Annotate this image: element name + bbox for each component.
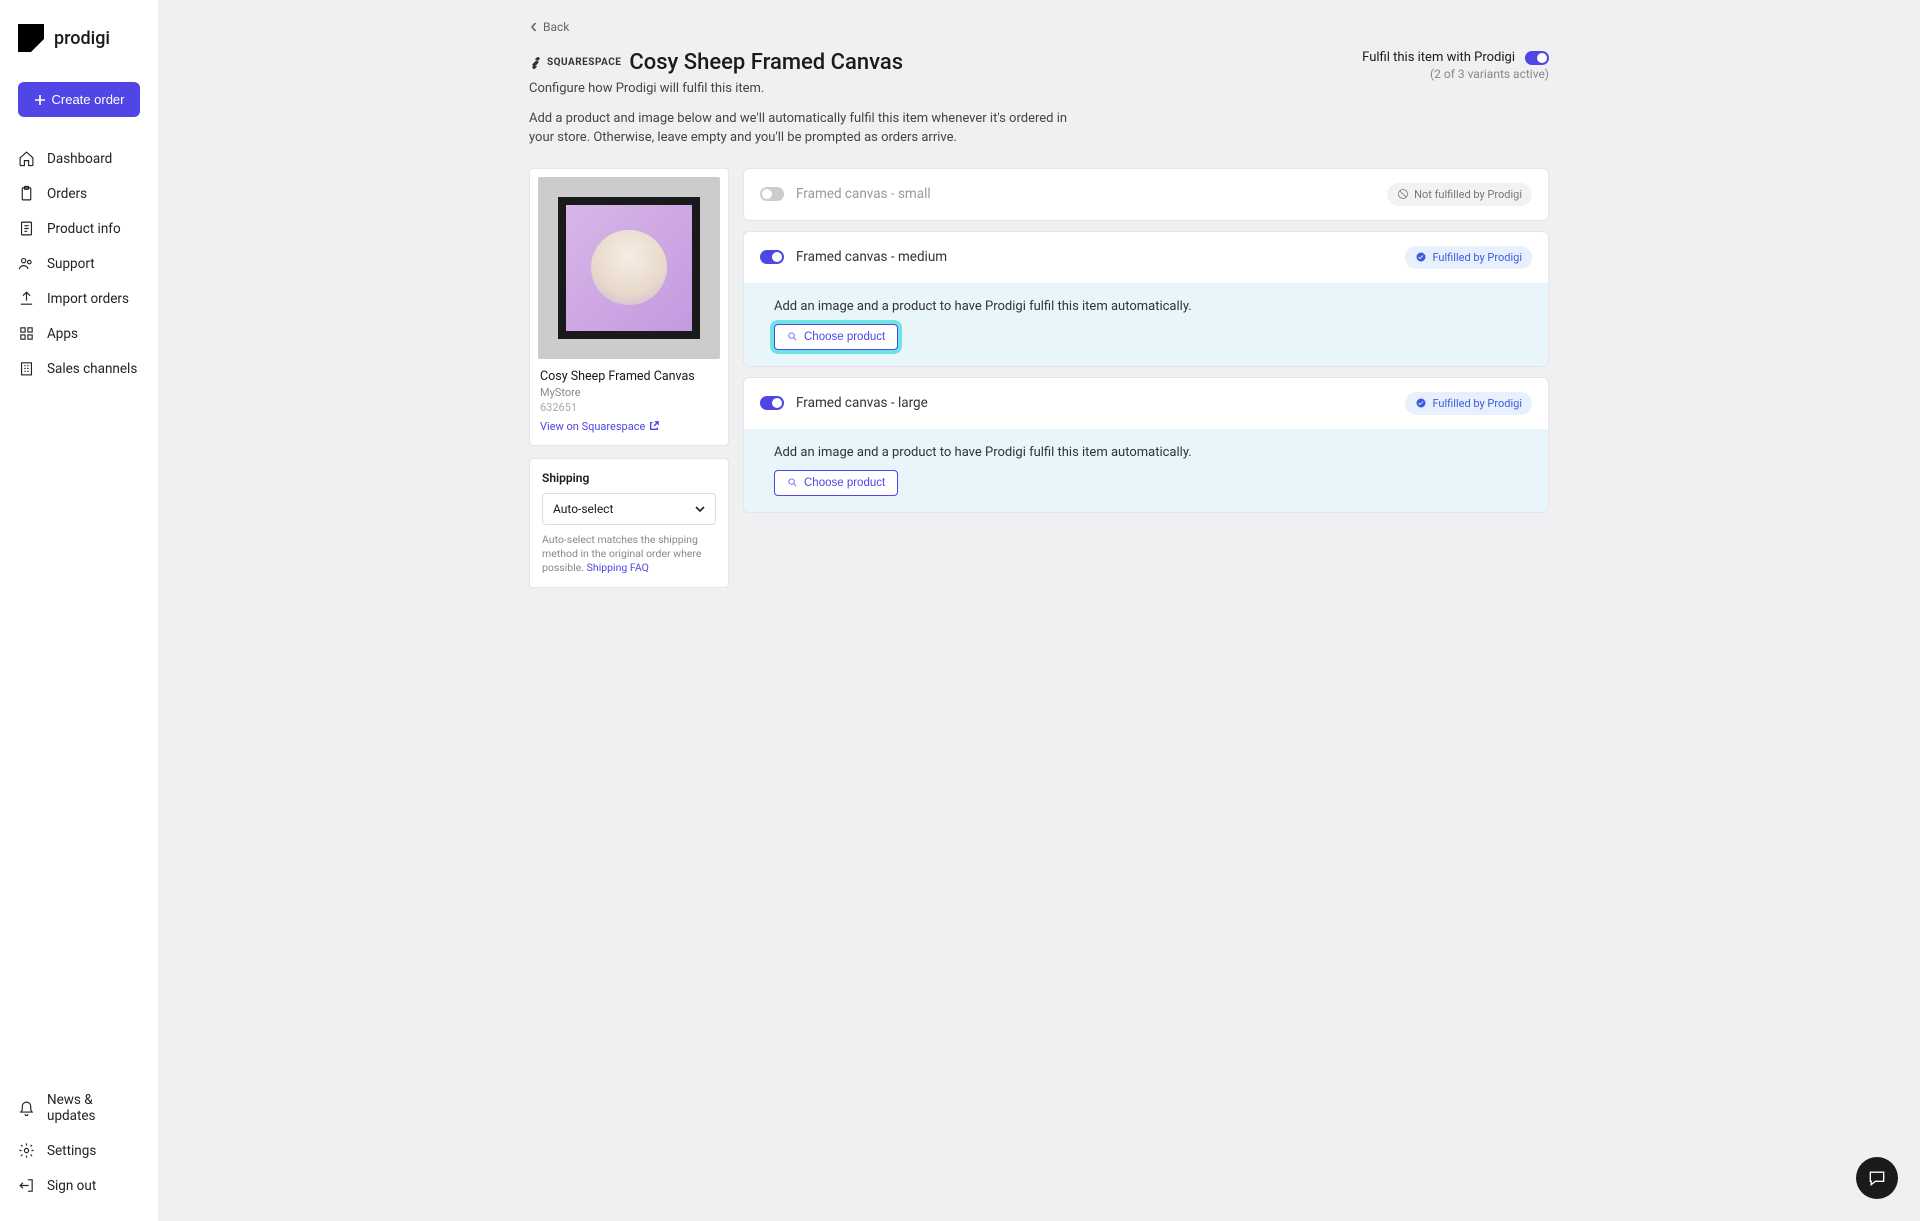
fulfil-sub: (2 of 3 variants active) <box>1362 67 1549 81</box>
nav-import-orders[interactable]: Import orders <box>0 281 158 316</box>
search-icon <box>787 331 798 342</box>
nav-label: Support <box>47 256 95 272</box>
nav-label: Sales channels <box>47 361 137 377</box>
fulfil-label: Fulfil this item with Prodigi <box>1362 50 1515 65</box>
fulfil-toggle-area: Fulfil this item with Prodigi (2 of 3 va… <box>1362 50 1549 81</box>
subtitle: Configure how Prodigi will fulfil this i… <box>529 81 1089 96</box>
nav: Dashboard Orders Product info Support Im… <box>0 141 158 386</box>
variant-name: Framed canvas - small <box>796 186 931 202</box>
nav-signout[interactable]: Sign out <box>0 1168 158 1203</box>
product-card: Cosy Sheep Framed Canvas MyStore 632651 … <box>529 168 729 446</box>
variant-card: Framed canvas - small Not fulfilled by P… <box>743 168 1549 221</box>
nav-orders[interactable]: Orders <box>0 176 158 211</box>
clipboard-icon <box>18 185 35 202</box>
nav-sales-channels[interactable]: Sales channels <box>0 351 158 386</box>
variant-name: Framed canvas - medium <box>796 249 947 265</box>
nav-bottom: News & updates Settings Sign out <box>0 1083 158 1203</box>
nav-dashboard[interactable]: Dashboard <box>0 141 158 176</box>
nav-label: Settings <box>47 1143 96 1159</box>
chevron-left-icon <box>529 22 539 32</box>
nav-label: Sign out <box>47 1178 96 1194</box>
shipping-title: Shipping <box>542 471 716 485</box>
status-badge: Fulfilled by Prodigi <box>1405 392 1532 415</box>
signout-icon <box>18 1177 35 1194</box>
choose-label: Choose product <box>804 477 885 489</box>
people-icon <box>18 255 35 272</box>
check-circle-icon <box>1415 397 1427 409</box>
choose-product-button[interactable]: Choose product <box>774 470 898 496</box>
nav-label: Orders <box>47 186 87 202</box>
product-store: MyStore <box>538 386 720 399</box>
variant-card: Framed canvas - medium Fulfilled by Prod… <box>743 231 1549 367</box>
building-icon <box>18 360 35 377</box>
back-link[interactable]: Back <box>529 16 569 38</box>
variant-name: Framed canvas - large <box>796 395 928 411</box>
nav-settings[interactable]: Settings <box>0 1133 158 1168</box>
prohibit-icon <box>1397 188 1409 200</box>
variant-toggle[interactable] <box>760 396 784 410</box>
variant-body-text: Add an image and a product to have Prodi… <box>774 445 1518 460</box>
product-id: 632651 <box>538 401 720 414</box>
variants-list: Framed canvas - small Not fulfilled by P… <box>743 168 1549 513</box>
info-file-icon <box>18 220 35 237</box>
nav-support[interactable]: Support <box>0 246 158 281</box>
variant-toggle[interactable] <box>760 187 784 201</box>
logo-icon <box>18 24 44 52</box>
shipping-card: Shipping Auto-select Auto-select matches… <box>529 458 729 589</box>
nav-label: Import orders <box>47 291 129 307</box>
nav-label: Product info <box>47 221 121 237</box>
view-on-platform-link[interactable]: View on Squarespace <box>538 420 661 437</box>
logo: prodigi <box>0 18 158 82</box>
brand-name: prodigi <box>54 28 110 49</box>
shipping-faq-link[interactable]: Shipping FAQ <box>587 561 649 574</box>
nav-news[interactable]: News & updates <box>0 1083 158 1133</box>
nav-label: News & updates <box>47 1092 140 1124</box>
create-order-button[interactable]: Create order <box>18 82 140 117</box>
page-title: Cosy Sheep Framed Canvas <box>629 50 903 75</box>
product-image <box>538 177 720 359</box>
status-badge: Fulfilled by Prodigi <box>1405 246 1532 269</box>
variant-card: Framed canvas - large Fulfilled by Prodi… <box>743 377 1549 513</box>
create-order-label: Create order <box>52 92 125 107</box>
main-content: Back SQUARESPACE Cosy Sheep Framed Canva… <box>158 0 1920 1221</box>
view-link-label: View on Squarespace <box>540 420 645 433</box>
status-badge: Not fulfilled by Prodigi <box>1387 183 1532 206</box>
plus-icon <box>34 94 46 106</box>
chevron-down-icon <box>695 504 705 514</box>
home-icon <box>18 150 35 167</box>
grid-icon <box>18 325 35 342</box>
back-label: Back <box>543 20 569 34</box>
chat-icon <box>1867 1168 1887 1188</box>
check-circle-icon <box>1415 251 1427 263</box>
shipping-hint: Auto-select matches the shipping method … <box>542 533 716 576</box>
chat-fab[interactable] <box>1856 1157 1898 1199</box>
choose-label: Choose product <box>804 331 885 343</box>
platform-badge: SQUARESPACE <box>529 56 621 70</box>
fulfil-toggle[interactable] <box>1525 51 1549 65</box>
squarespace-icon <box>529 56 543 70</box>
external-link-icon <box>649 421 659 431</box>
product-name: Cosy Sheep Framed Canvas <box>538 369 720 384</box>
nav-label: Apps <box>47 326 78 342</box>
description: Add a product and image below and we'll … <box>529 110 1089 148</box>
shipping-select[interactable]: Auto-select <box>542 493 716 525</box>
choose-product-button[interactable]: Choose product <box>774 324 898 350</box>
sidebar: prodigi Create order Dashboard Orders Pr… <box>0 0 158 1221</box>
nav-label: Dashboard <box>47 151 112 167</box>
bell-icon <box>18 1100 35 1117</box>
nav-apps[interactable]: Apps <box>0 316 158 351</box>
nav-product-info[interactable]: Product info <box>0 211 158 246</box>
search-icon <box>787 477 798 488</box>
upload-icon <box>18 290 35 307</box>
shipping-selected: Auto-select <box>553 502 613 516</box>
variant-body-text: Add an image and a product to have Prodi… <box>774 299 1518 314</box>
gear-icon <box>18 1142 35 1159</box>
variant-toggle[interactable] <box>760 250 784 264</box>
